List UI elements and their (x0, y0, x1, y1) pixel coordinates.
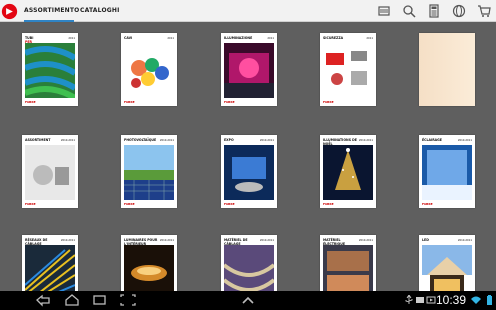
catalog-cover-image (124, 145, 174, 200)
catalog-year: 2011 (167, 37, 174, 40)
catalog-cover-image (124, 43, 174, 98)
system-navigation-bar: 10:39 (0, 291, 496, 310)
catalog-title: PHOTOVOLTAÏQUE (124, 138, 157, 142)
catalog-year: 2010-2011 (159, 239, 174, 242)
brand-logo: FABRE (224, 100, 235, 104)
scan-icon[interactable] (377, 4, 391, 18)
catalog-item[interactable]: PHOTOVOLTAÏQUE 2010-2011 FABRE (121, 135, 177, 208)
catalog-cover-image (224, 43, 274, 98)
wifi-icon (471, 296, 481, 304)
brand-logo: FABRE (124, 100, 135, 104)
brand-logo: FABRE (124, 202, 135, 206)
catalog-title: ILLUMINAZIONE (224, 36, 253, 40)
catalog-item[interactable]: EXPO 2010-2011 FABRE (221, 135, 277, 208)
catalog-cover-image (25, 43, 75, 98)
catalog-year: 2010-2011 (457, 139, 472, 142)
catalog-cover-image (224, 245, 274, 291)
battery-icon (487, 295, 492, 305)
catalog-item[interactable]: LED2010-2011FABRE (419, 235, 475, 291)
catalog-item[interactable] (419, 33, 475, 106)
status-clock: 10:39 (436, 293, 467, 307)
catalog-title: CAVI (124, 36, 133, 40)
catalog-cover-image (323, 245, 373, 291)
catalog-cover-image (25, 145, 75, 200)
catalog-item[interactable]: ÉCLAIRAGE 2010-2011 FABRE (419, 135, 475, 208)
catalog-item[interactable]: MATÉRIEL ÉLECTRIQUE2010-2011FABRE (320, 235, 376, 291)
catalog-cover-image (25, 245, 75, 291)
usb-icon (405, 295, 413, 304)
back-icon[interactable] (35, 293, 53, 307)
brand-logo: FABRE (25, 100, 36, 104)
catalog-year: 2011 (366, 37, 373, 40)
catalog-item[interactable]: LUMINAIRES POUR L'INTÉRIEUR2010-2011FABR… (121, 235, 177, 291)
screenshot-icon[interactable] (119, 293, 137, 307)
catalog-grid[interactable]: TUBIPER CANALIZZAZIONE2011FABRECAVI2011F… (0, 22, 496, 291)
catalog-item[interactable]: ILLUMINAZIONE 2011 FABRE (221, 33, 277, 106)
catalog-item[interactable]: CAVI 2011 FABRE (121, 33, 177, 106)
recent-apps-icon[interactable] (91, 293, 109, 307)
catalog-item[interactable]: ASSORTIMENT 2010-2011 FABRE (22, 135, 78, 208)
catalog-item[interactable]: TUBIPER CANALIZZAZIONE2011FABRE (22, 33, 78, 106)
calculator-icon[interactable] (427, 4, 441, 18)
search-icon[interactable] (402, 4, 416, 18)
cart-icon[interactable] (477, 4, 491, 18)
brand-logo: FABRE (224, 202, 235, 206)
catalog-year: 2010-2011 (259, 239, 274, 242)
action-bar: ASSORTIMENTO CATALOGHI (0, 0, 496, 22)
catalog-item[interactable]: MATÉRIEL DE CÂBLAGE2010-2011FABRE (221, 235, 277, 291)
catalog-title: ÉCLAIRAGE (422, 138, 442, 142)
catalog-cover-image (124, 245, 174, 291)
catalog-year: 2010-2011 (457, 239, 472, 242)
home-icon[interactable] (63, 293, 81, 307)
tab-assortimento[interactable]: ASSORTIMENTO (24, 0, 79, 22)
catalog-title: LED (422, 238, 429, 242)
brand-logo: FABRE (323, 100, 334, 104)
brand-logo: FABRE (422, 202, 433, 206)
catalog-cover-image (323, 145, 373, 200)
screenshot-notification-icon (416, 297, 424, 303)
catalog-item[interactable]: RÉSEAUX DE CÂBLAGE2010-2011FABRE (22, 235, 78, 291)
catalog-year: 2010-2011 (60, 139, 75, 142)
catalog-cover-image (422, 245, 472, 291)
catalog-title: SICUREZZA (323, 36, 344, 40)
catalog-title: EXPO (224, 138, 234, 142)
media-icon (426, 296, 436, 304)
brand-logo: FABRE (323, 202, 334, 206)
catalog-year: 2011 (267, 37, 274, 40)
catalog-year: 2010-2011 (60, 239, 75, 242)
catalog-item[interactable]: ILLUMINATIONS DE NOËL 2010-2011 FABRE (320, 135, 376, 208)
catalog-cover-image (224, 145, 274, 200)
brand-logo: FABRE (25, 202, 36, 206)
catalog-year: 2010-2011 (358, 139, 373, 142)
app-logo-icon[interactable] (1, 3, 18, 20)
catalog-item[interactable]: SICUREZZA 2011 FABRE (320, 33, 376, 106)
globe-icon[interactable] (452, 4, 466, 18)
catalog-year: 2010-2011 (159, 139, 174, 142)
catalog-year: 2010-2011 (358, 239, 373, 242)
up-icon[interactable] (241, 293, 255, 307)
catalog-cover-image (422, 145, 472, 200)
catalog-year: 2010-2011 (259, 139, 274, 142)
catalog-title: ASSORTIMENT (25, 138, 51, 142)
catalog-cover-image (323, 43, 373, 98)
tab-cataloghi[interactable]: CATALOGHI (80, 0, 119, 22)
catalog-year: 2011 (68, 37, 75, 40)
